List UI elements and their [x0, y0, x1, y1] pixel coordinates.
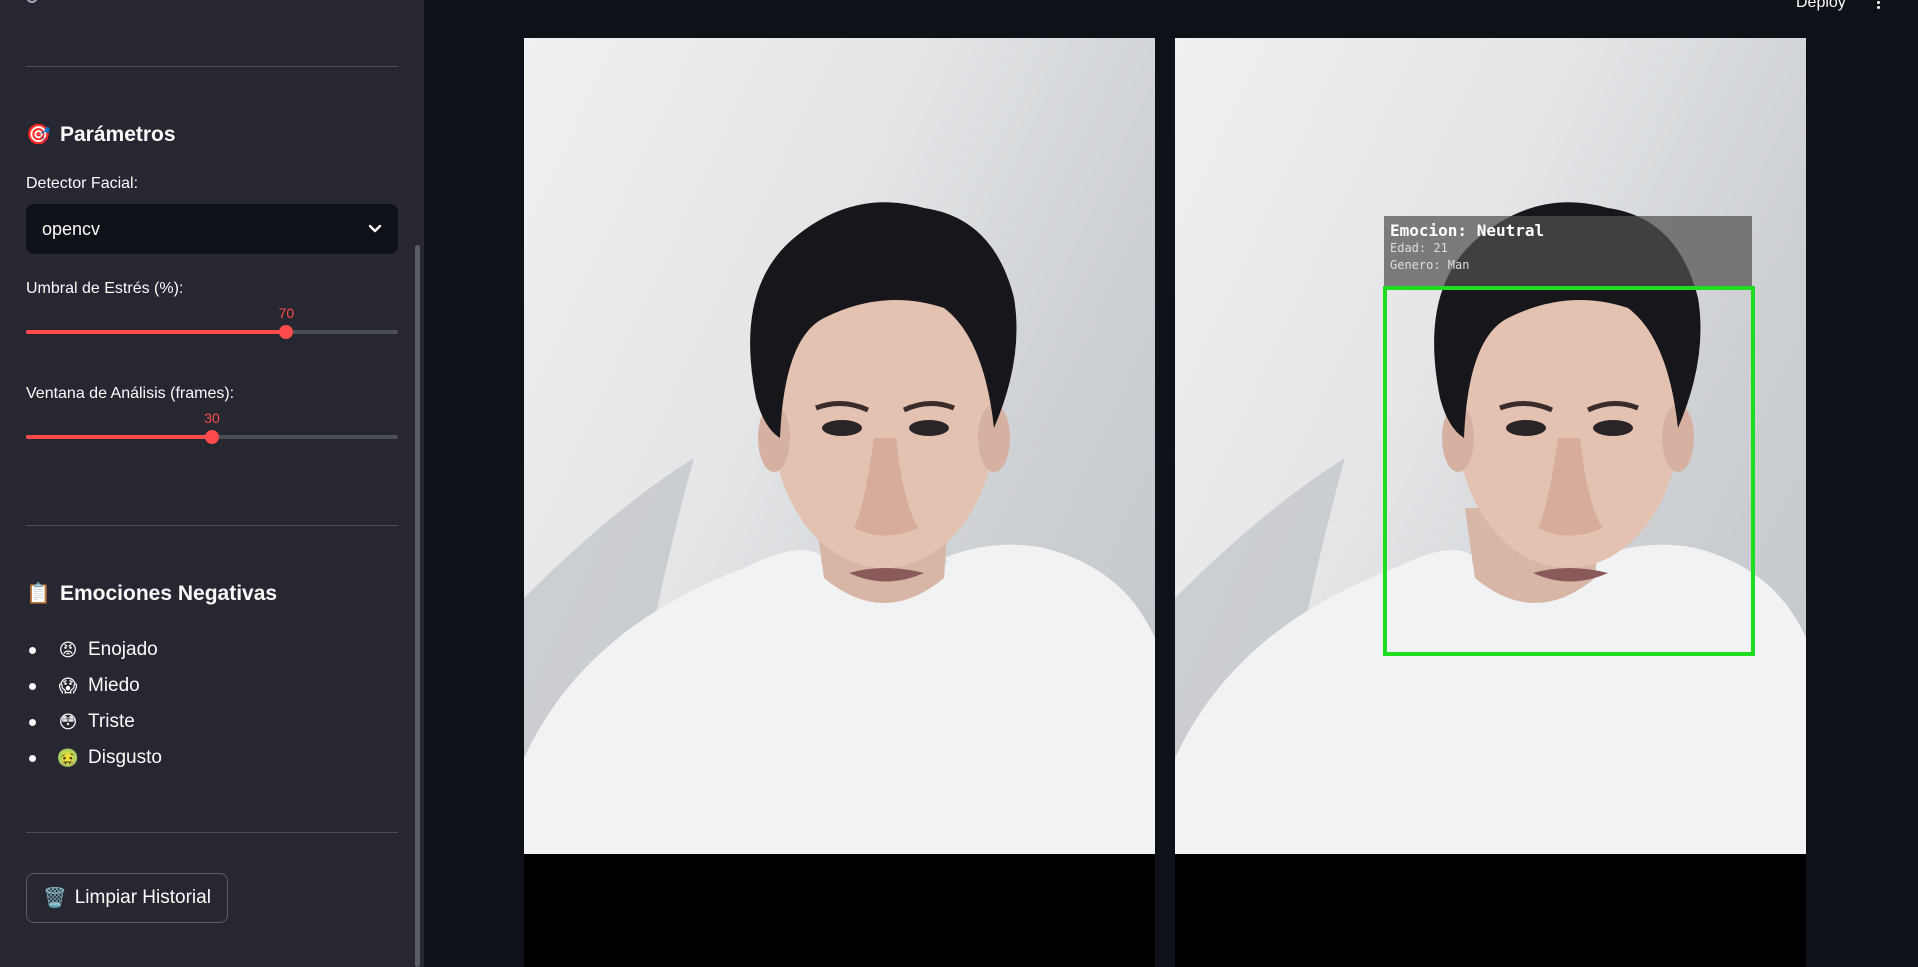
- clear-history-button[interactable]: 🗑️ Limpiar Historial: [26, 873, 228, 923]
- clipboard-icon: 📋: [26, 583, 51, 605]
- face-detector-select[interactable]: opencv: [26, 204, 398, 254]
- processed-frame: Emocion: Neutral Edad: 21 Genero: Man: [1175, 38, 1806, 854]
- deploy-button[interactable]: Deploy: [1796, 0, 1846, 12]
- trash-icon: 🗑️: [43, 888, 67, 909]
- bullet-icon: [29, 718, 36, 726]
- age-text: Edad: 21: [1390, 241, 1448, 255]
- sidebar-divider: [26, 832, 398, 833]
- detection-label: Emocion: Neutral Edad: 21 Genero: Man: [1384, 216, 1752, 286]
- list-item: 😳 Triste: [26, 704, 162, 740]
- emotion-label: Enojado: [88, 639, 158, 660]
- slider-fill: [26, 435, 212, 439]
- angry-face-icon: 😡: [58, 639, 78, 660]
- fearful-face-icon: 😱: [58, 675, 78, 696]
- parameters-heading: 🎯 Parámetros: [26, 122, 176, 147]
- slider-thumb[interactable]: [279, 325, 294, 339]
- sidebar-top-icon: [26, 0, 38, 3]
- stress-threshold-slider[interactable]: 70: [26, 305, 398, 345]
- bullet-icon: [29, 646, 36, 654]
- sidebar-divider: [26, 66, 398, 67]
- face-detector-label: Detector Facial:: [26, 175, 139, 192]
- face-detector-value: opencv: [42, 218, 101, 239]
- chevron-down-icon: [368, 224, 382, 233]
- slider-value: 30: [204, 410, 220, 426]
- slider-fill: [26, 330, 287, 334]
- emotion-label: Disgusto: [88, 747, 162, 768]
- emotion-label: Miedo: [88, 675, 140, 696]
- list-item: 🤢 Disgusto: [26, 740, 162, 776]
- person-image: [524, 202, 1155, 854]
- sidebar-divider: [26, 525, 398, 526]
- negative-emotions-heading: 📋 Emociones Negativas: [26, 581, 277, 606]
- slider-value: 70: [278, 305, 295, 321]
- gender-text: Genero: Man: [1390, 258, 1470, 272]
- slider-thumb[interactable]: [205, 430, 219, 444]
- negative-emotions-list: 😡 Enojado 😱 Miedo 😳 Triste 🤢 Disgusto: [26, 632, 162, 776]
- bullet-icon: [29, 754, 36, 762]
- emotion-label: Triste: [88, 711, 135, 732]
- analysis-window-slider[interactable]: 30: [26, 410, 398, 450]
- stress-threshold-label: Umbral de Estrés (%):: [26, 280, 184, 297]
- flushed-face-icon: 😳: [58, 711, 78, 732]
- list-item: 😡 Enojado: [26, 632, 162, 668]
- face-bounding-box: [1383, 286, 1755, 656]
- sidebar-scrollbar[interactable]: [415, 245, 420, 967]
- clear-history-label: Limpiar Historial: [74, 887, 211, 908]
- negative-emotions-title: Emociones Negativas: [60, 581, 278, 605]
- analysis-window-label: Ventana de Análisis (frames):: [26, 385, 235, 402]
- parameters-title: Parámetros: [60, 122, 176, 146]
- list-item: 😱 Miedo: [26, 668, 162, 704]
- bullet-icon: [29, 682, 36, 690]
- webcam-frame: [524, 38, 1155, 854]
- target-icon: 🎯: [26, 124, 51, 146]
- emotion-text: Emocion: Neutral: [1390, 221, 1545, 240]
- sidebar: 🎯 Parámetros Detector Facial: opencv Umb…: [0, 0, 424, 967]
- kebab-menu-icon[interactable]: [1876, 0, 1880, 10]
- nauseated-face-icon: 🤢: [56, 747, 80, 768]
- original-video-panel: [524, 38, 1155, 967]
- processed-video-panel: Emocion: Neutral Edad: 21 Genero: Man: [1175, 38, 1806, 967]
